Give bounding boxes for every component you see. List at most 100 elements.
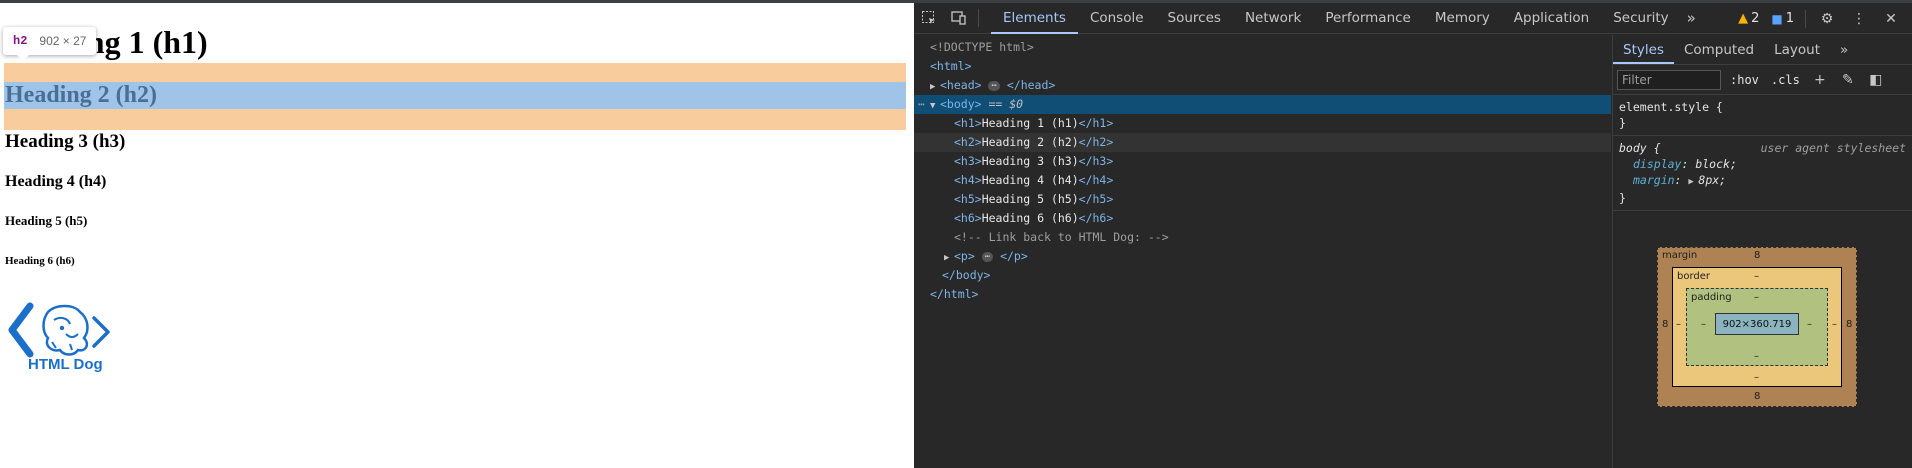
paint-brush-icon[interactable]: ✎	[1837, 72, 1859, 88]
h1-close-tag: </h1>	[1078, 116, 1114, 130]
h4-open-tag: <h4>	[954, 173, 982, 187]
element-style-rule[interactable]: element.style { }	[1613, 95, 1912, 136]
css-property-display[interactable]: display: block;	[1619, 156, 1906, 172]
dom-line-h1[interactable]: <h1>Heading 1 (h1)</h1>	[914, 114, 1611, 133]
tab-network[interactable]: Network	[1233, 3, 1313, 34]
messages-badge[interactable]: ■ 1	[1766, 11, 1799, 26]
dom-line-doctype[interactable]: <!DOCTYPE html>	[914, 38, 1611, 57]
tooltip-tag: h2	[13, 34, 28, 48]
margin-label: margin	[1662, 250, 1698, 261]
devtools-tabs: Elements Console Sources Network Perform…	[991, 3, 1702, 34]
h5-text: Heading 5 (h5)	[981, 192, 1079, 206]
dom-line-h4[interactable]: <h4>Heading 4 (h4)</h4>	[914, 171, 1611, 190]
more-styles-tabs-icon[interactable]: »	[1830, 35, 1858, 64]
h6-text: Heading 6 (h6)	[981, 211, 1079, 225]
close-devtools-icon[interactable]: ✕	[1876, 4, 1906, 34]
h5-open-tag: <h5>	[954, 192, 982, 206]
tab-styles[interactable]: Styles	[1613, 35, 1674, 64]
p-close-tag: </p>	[1000, 249, 1028, 263]
box-model-content[interactable]: 902×360.719	[1715, 313, 1799, 335]
dom-line-p[interactable]: ▶ <p> ⋯ </p>	[914, 247, 1611, 266]
more-tabs-icon[interactable]: »	[1681, 3, 1702, 34]
dom-line-h2[interactable]: <h2>Heading 2 (h2)</h2>	[914, 133, 1611, 152]
margin-top-value: 8	[1754, 250, 1761, 261]
tab-application[interactable]: Application	[1502, 3, 1601, 34]
tab-elements[interactable]: Elements	[991, 3, 1078, 34]
window-top-strip	[0, 0, 1912, 3]
body-rule-close: }	[1619, 191, 1626, 205]
warning-icon: ▲	[1738, 11, 1749, 26]
dom-line-h6[interactable]: <h6>Heading 6 (h6)</h6>	[914, 209, 1611, 228]
h2-close-tag: </h2>	[1078, 135, 1114, 149]
hov-toggle[interactable]: :hov	[1727, 73, 1762, 87]
dom-line-html[interactable]: <html>	[914, 57, 1611, 76]
logo-text[interactable]: HTML Dog	[28, 356, 103, 373]
heading-6: Heading 6 (h6)	[5, 255, 75, 267]
new-style-rule-icon[interactable]: +	[1809, 72, 1831, 88]
h6-open-tag: <h6>	[954, 211, 982, 225]
padding-right-value: –	[1807, 319, 1812, 330]
styles-filter-row: :hov .cls + ✎ ◧	[1613, 65, 1912, 95]
cls-toggle[interactable]: .cls	[1768, 73, 1803, 87]
head-close-tag: </head>	[1006, 78, 1056, 92]
dom-line-comment[interactable]: <!-- Link back to HTML Dog: -->	[914, 228, 1611, 247]
settings-gear-icon[interactable]: ⚙	[1812, 4, 1842, 34]
h2-text: Heading 2 (h2)	[981, 135, 1079, 149]
tab-computed[interactable]: Computed	[1674, 35, 1764, 64]
tab-performance[interactable]: Performance	[1313, 3, 1423, 34]
body-ref: == $0	[988, 97, 1024, 111]
inspect-element-icon[interactable]	[914, 3, 944, 33]
h1-text: Heading 1 (h1)	[981, 116, 1079, 130]
body-close-tag: </body>	[942, 268, 991, 282]
devtools-panel: Elements Console Sources Network Perform…	[914, 3, 1912, 468]
css-property-margin[interactable]: margin: ▶ 8px;	[1619, 172, 1906, 190]
tab-memory[interactable]: Memory	[1423, 3, 1502, 34]
h4-text: Heading 4 (h4)	[981, 173, 1079, 187]
device-toolbar-icon[interactable]	[944, 3, 974, 33]
h2-open-tag: <h2>	[954, 135, 982, 149]
toggle-sidebar-icon[interactable]: ◧	[1865, 72, 1887, 88]
tab-console[interactable]: Console	[1078, 3, 1156, 34]
messages-count: 1	[1785, 11, 1794, 26]
collapsed-ellipsis-icon[interactable]: ⋯	[981, 251, 994, 262]
h6-close-tag: </h6>	[1078, 211, 1114, 225]
body-style-rule[interactable]: user agent stylesheet body { display: bl…	[1613, 136, 1912, 211]
property-value: 8px;	[1698, 173, 1727, 187]
dom-line-html-close[interactable]: </html>	[914, 285, 1611, 304]
html-close-tag: </html>	[930, 287, 979, 301]
dom-line-body-close[interactable]: </body>	[914, 266, 1611, 285]
tab-sources[interactable]: Sources	[1156, 3, 1233, 34]
border-left-value: –	[1676, 319, 1681, 330]
margin-bottom-value: 8	[1754, 391, 1761, 402]
collapsed-ellipsis-icon[interactable]: ⋯	[988, 80, 1000, 91]
tab-layout[interactable]: Layout	[1764, 35, 1830, 64]
rule-source: user agent stylesheet	[1760, 141, 1906, 155]
styles-tabs: Styles Computed Layout »	[1613, 35, 1912, 65]
styles-filter-input[interactable]	[1617, 69, 1721, 90]
doctype-text: <!DOCTYPE html>	[930, 40, 1034, 54]
toolbar-divider	[978, 9, 979, 27]
warnings-badge[interactable]: ▲ 2	[1733, 11, 1764, 26]
tab-security[interactable]: Security	[1601, 3, 1680, 34]
dom-line-h5[interactable]: <h5>Heading 5 (h5)</h5>	[914, 190, 1611, 209]
h3-text: Heading 3 (h3)	[981, 154, 1079, 168]
more-options-icon[interactable]: ⋮	[1844, 4, 1874, 34]
dom-line-h3[interactable]: <h3>Heading 3 (h3)</h3>	[914, 152, 1611, 171]
border-bottom-value: –	[1754, 372, 1759, 383]
dom-line-body[interactable]: ⋯ ▼ <body> == $0	[914, 95, 1611, 114]
body-open-tag: <body>	[940, 97, 982, 111]
element-style-close: }	[1619, 116, 1626, 130]
page-viewport: Heading 1 (h1) Heading 2 (h2) Heading 3 …	[0, 0, 914, 468]
dom-line-head[interactable]: ▶ <head> ⋯ </head>	[914, 76, 1611, 95]
padding-top-value: –	[1754, 292, 1759, 303]
row-actions-icon[interactable]: ⋯	[918, 95, 925, 114]
head-open-tag: <head>	[940, 78, 982, 92]
h5-close-tag: </h5>	[1078, 192, 1114, 206]
expand-triangle-icon[interactable]: ▶	[1688, 174, 1698, 190]
message-icon: ■	[1771, 11, 1783, 26]
margin-left-value: 8	[1662, 319, 1669, 330]
h2-margin-highlight-top	[4, 63, 906, 82]
h3-open-tag: <h3>	[954, 154, 982, 168]
dom-tree: <!DOCTYPE html> <html> ▶ <head> ⋯ </head>…	[914, 35, 1611, 468]
box-model-diagram: 902×360.719 margin 8 8 8 8 border – – – …	[1657, 247, 1857, 407]
